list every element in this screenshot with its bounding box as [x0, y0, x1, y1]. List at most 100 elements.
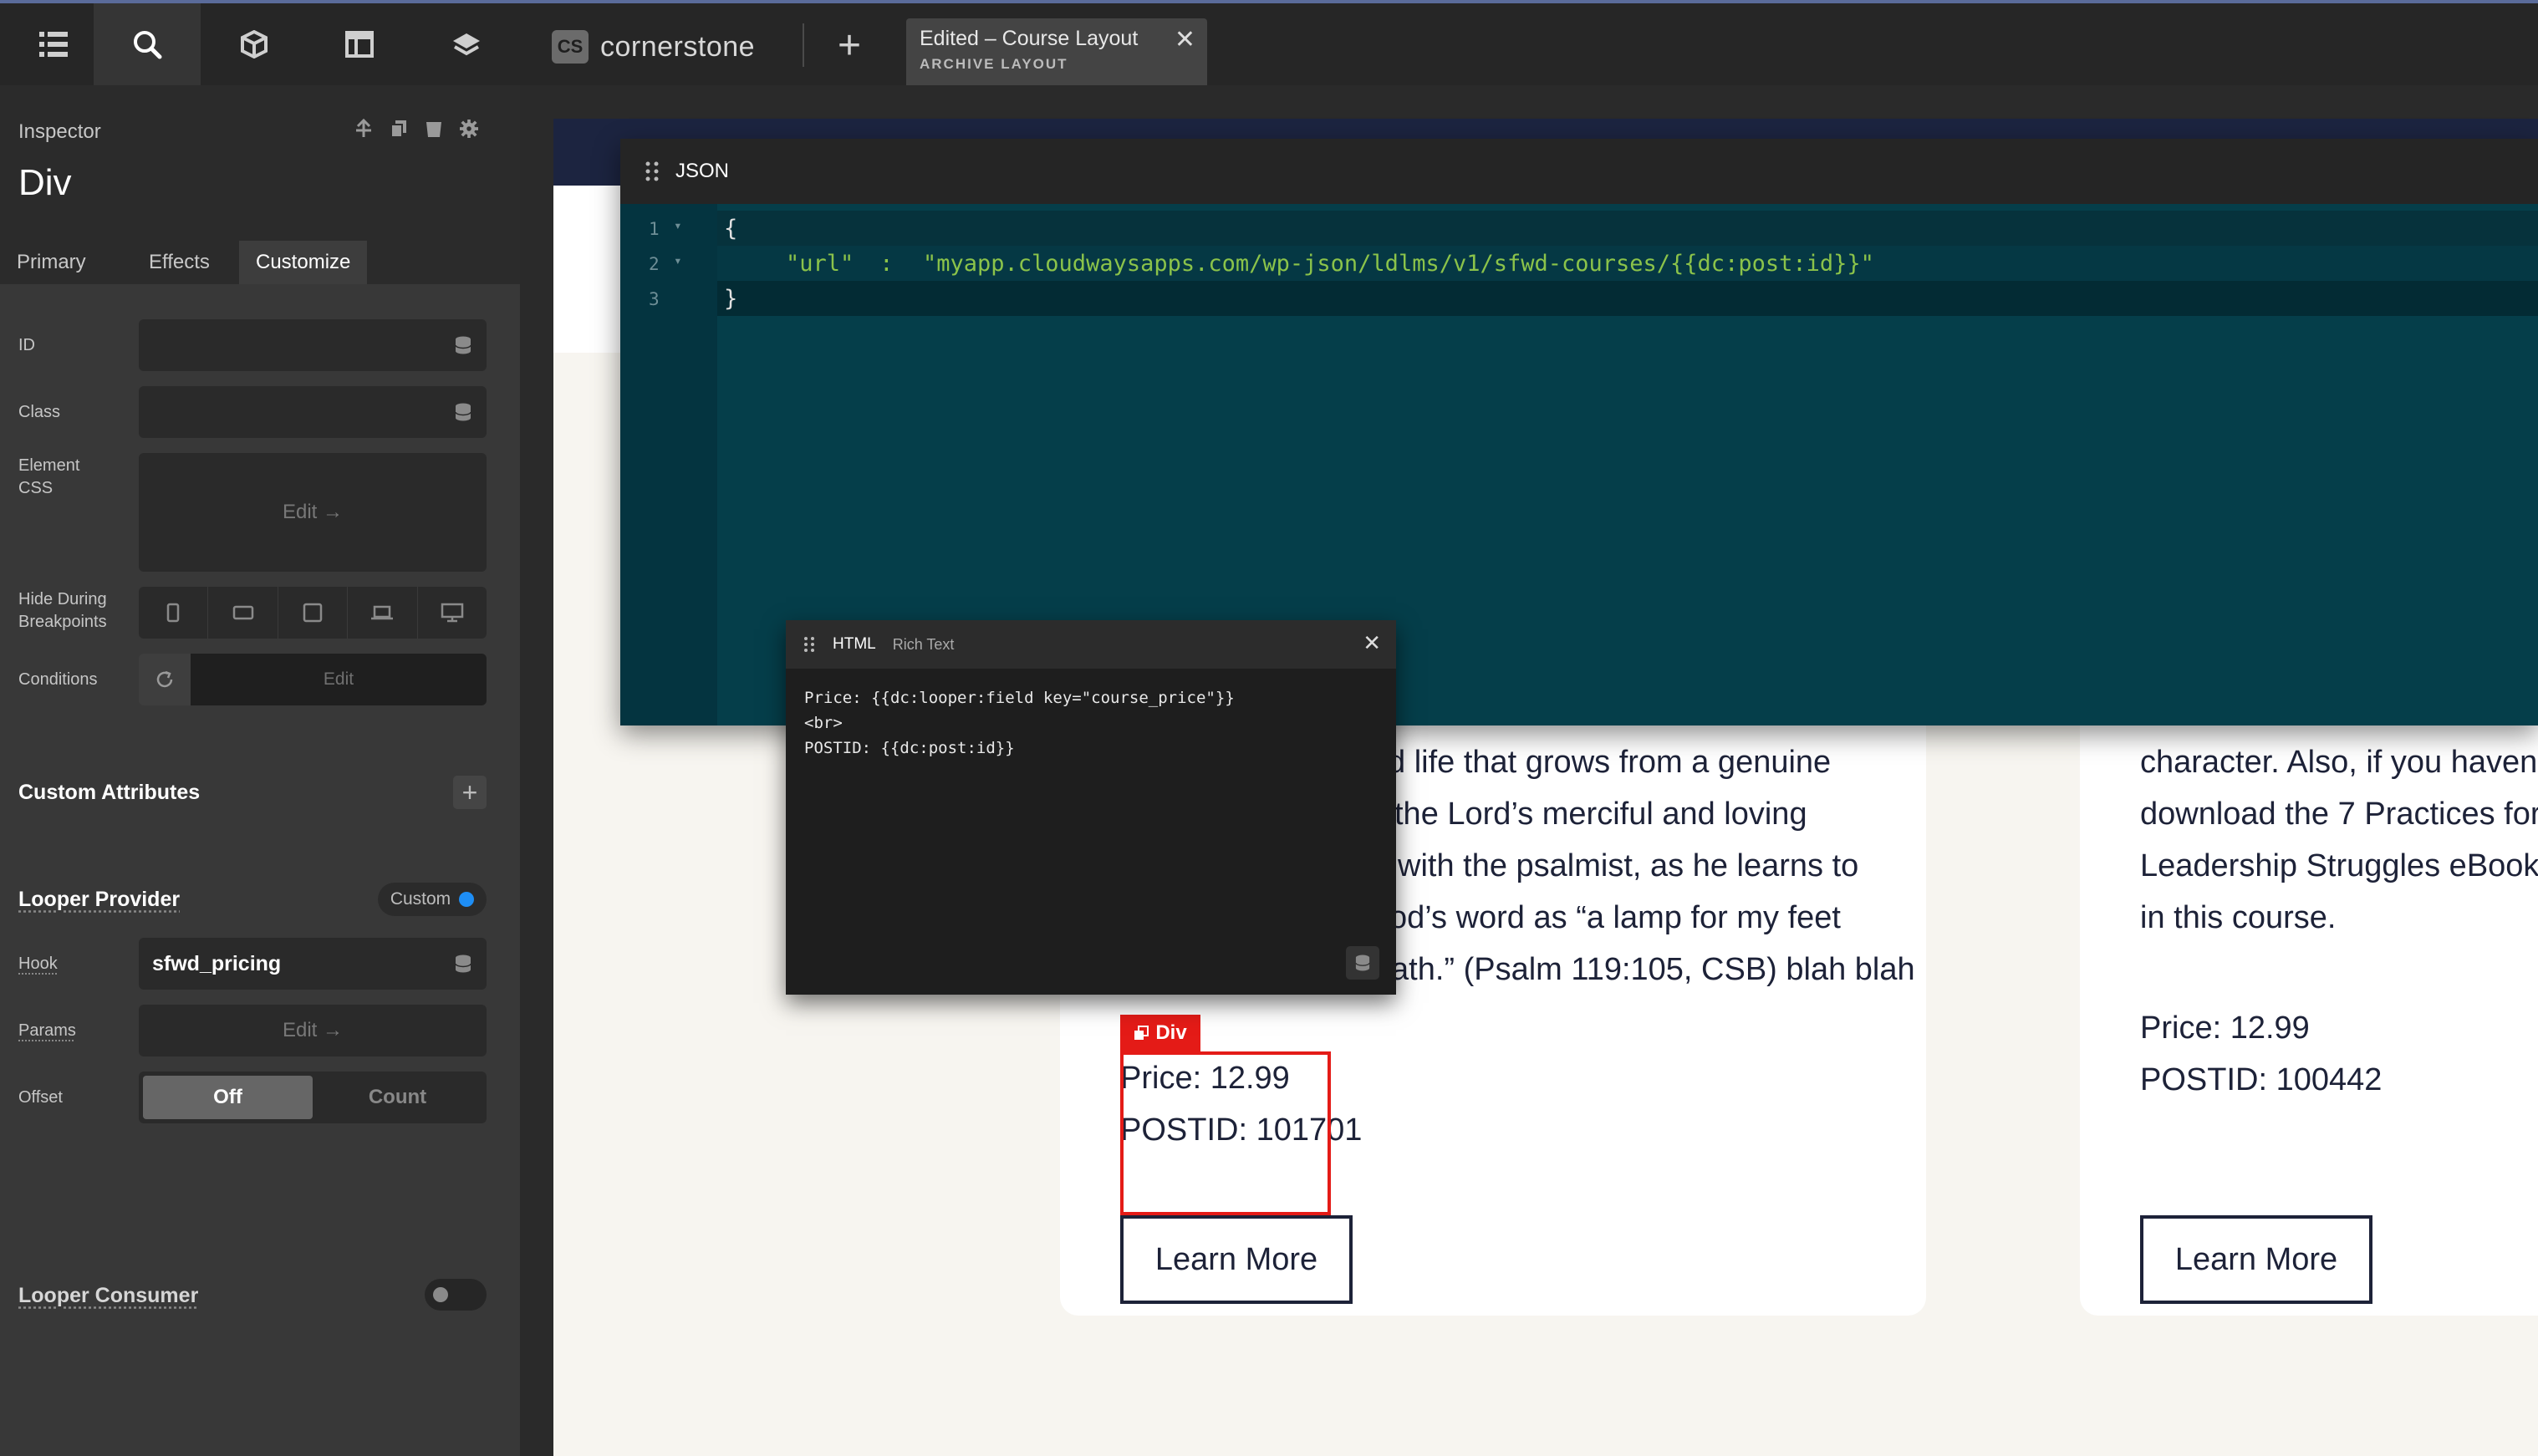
breakpoint-xl[interactable] [418, 587, 487, 639]
card-text-line: d life that grows from a genuine [1388, 745, 1832, 780]
fold-arrow-icon[interactable]: ▾ [674, 217, 682, 233]
code-line[interactable] [717, 281, 2538, 316]
offset-label: Offset [18, 1088, 63, 1107]
outline-button[interactable] [0, 3, 107, 85]
brand-name: cornerstone [600, 30, 756, 63]
inspector-label: Inspector [18, 120, 101, 143]
card-text-line: download the 7 Practices for [2140, 797, 2538, 832]
element-icon [1134, 1026, 1149, 1040]
tab-rich-text[interactable]: Rich Text [893, 636, 955, 654]
element-css-label: Element CSS [18, 456, 80, 497]
inspector-panel: Inspector Div Primary Effects Customize … [0, 85, 520, 1456]
hook-label: Hook [18, 955, 58, 973]
id-field[interactable] [139, 319, 487, 371]
conditions-edit-button[interactable]: Edit [191, 654, 487, 705]
line-number-gutter [620, 204, 717, 725]
close-icon[interactable]: ✕ [1363, 630, 1381, 656]
selected-element-name: Div [1155, 1021, 1187, 1044]
element-title: Div [18, 162, 72, 203]
cube-icon [241, 30, 268, 59]
class-field[interactable] [139, 386, 487, 438]
layout-icon [345, 31, 374, 58]
tab-primary[interactable]: Primary [0, 241, 103, 284]
selected-element-outline[interactable] [1120, 1051, 1331, 1215]
tab-effects[interactable]: Effects [132, 241, 227, 284]
selected-element-tag[interactable]: Div [1120, 1015, 1200, 1051]
learn-more-button[interactable]: Learn More [1120, 1215, 1353, 1304]
drag-handle-icon[interactable] [645, 161, 659, 181]
toolbar-divider [803, 23, 804, 67]
layers-button[interactable] [413, 3, 520, 85]
looper-provider-mode-label: Custom [390, 889, 451, 909]
html-editor-window: HTML Rich Text ✕ Price: {{dc:looper:fiel… [786, 620, 1396, 995]
offset-off-option[interactable]: Off [143, 1076, 313, 1119]
price-text: Price: 12.99 [2140, 1011, 2310, 1046]
breakpoint-sm[interactable] [208, 587, 278, 639]
database-icon[interactable] [455, 955, 471, 973]
inspector-actions [354, 119, 478, 139]
json-editor-title: JSON [675, 160, 730, 182]
duplicate-icon[interactable] [390, 119, 408, 139]
learn-more-button[interactable]: Learn More [2140, 1215, 2372, 1304]
json-key: "url" [786, 251, 854, 277]
code-line[interactable] [717, 211, 2538, 246]
class-label: Class [18, 403, 61, 421]
breakpoint-lg[interactable] [348, 587, 418, 639]
add-tab-button[interactable]: + [828, 23, 871, 68]
element-css-edit-button[interactable]: Edit → [139, 453, 487, 572]
document-tab-title: Edited – Course Layout [920, 27, 1139, 50]
line-number: 1 [649, 219, 660, 239]
database-icon[interactable] [455, 336, 471, 354]
list-icon [39, 32, 68, 57]
card-text-line: character. Also, if you haven't [2140, 745, 2538, 780]
layouts-button[interactable] [306, 3, 413, 85]
fold-arrow-icon[interactable]: ▾ [674, 252, 682, 268]
html-code-editor[interactable]: Price: {{dc:looper:field key="course_pri… [804, 685, 1235, 761]
line-number: 2 [649, 254, 660, 274]
json-colon: : [866, 251, 907, 277]
looper-provider-mode[interactable]: Custom [378, 883, 487, 916]
json-value: "myapp.cloudwaysapps.com/wp-json/ldlms/v… [923, 251, 1874, 277]
laptop-icon [371, 605, 394, 620]
phone-icon [166, 603, 180, 623]
top-toolbar: CS cornerstone + Edited – Course Layout … [0, 0, 2538, 85]
elements-button[interactable] [201, 3, 308, 85]
gear-icon[interactable] [460, 119, 478, 139]
card-text-line: ath.” (Psalm 119:105, CSB) blah blah [1391, 952, 1915, 987]
search-icon [134, 31, 162, 59]
breakpoint-xs[interactable] [139, 587, 209, 639]
tab-html[interactable]: HTML [833, 635, 876, 654]
delete-icon[interactable] [425, 119, 443, 139]
brand-logo[interactable]: CS cornerstone [552, 25, 755, 69]
add-attribute-button[interactable]: + [453, 776, 487, 809]
close-icon[interactable]: ✕ [1175, 25, 1195, 54]
drag-handle-icon[interactable] [804, 637, 814, 652]
id-label: ID [18, 336, 35, 354]
dynamic-content-button[interactable] [1346, 946, 1379, 980]
tab-customize[interactable]: Customize [239, 241, 368, 284]
cs-badge: CS [552, 30, 589, 64]
looper-consumer-toggle[interactable] [425, 1279, 487, 1311]
breakpoint-md[interactable] [278, 587, 349, 639]
looper-provider-title: Looper Provider [18, 888, 181, 911]
custom-attributes-title: Custom Attributes [18, 781, 201, 804]
hook-field[interactable]: sfwd_pricing [139, 938, 487, 990]
params-edit-button[interactable]: Edit → [139, 1005, 487, 1056]
html-editor-header[interactable]: HTML Rich Text ✕ [786, 620, 1396, 669]
move-up-icon[interactable] [354, 119, 373, 139]
database-icon[interactable] [455, 403, 471, 421]
line-number: 3 [649, 289, 660, 309]
json-editor-header[interactable]: JSON [620, 139, 2538, 204]
breakpoint-toggles [139, 587, 487, 639]
tablet-icon [303, 603, 323, 623]
params-label: Params [18, 1021, 76, 1040]
search-button[interactable] [94, 3, 201, 85]
hide-breakpoints-label: Hide During Breakpoints [18, 590, 107, 631]
offset-count-option[interactable]: Count [313, 1076, 482, 1119]
conditions-toggle[interactable] [139, 654, 191, 705]
document-tab-subtitle: ARCHIVE LAYOUT [920, 56, 1068, 72]
document-tab[interactable]: Edited – Course Layout ARCHIVE LAYOUT ✕ [906, 18, 1207, 85]
code-brace: { [724, 216, 738, 242]
status-dot [459, 892, 475, 907]
database-icon [1355, 955, 1370, 971]
